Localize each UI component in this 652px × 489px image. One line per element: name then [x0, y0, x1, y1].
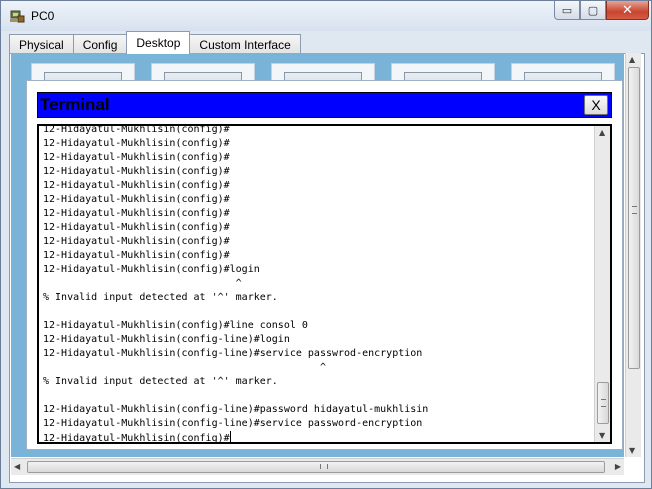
- grip-icon: [320, 464, 328, 469]
- terminal-close-button[interactable]: X: [584, 95, 608, 115]
- maximize-button[interactable]: ▢: [580, 1, 606, 20]
- tab-config[interactable]: Config: [72, 34, 128, 54]
- console-line: % Invalid input detected at '^' marker.: [43, 292, 278, 303]
- pc-icon: [10, 10, 25, 23]
- console-line: 12-Hidayatul-Mukhlisin(config)#: [43, 152, 230, 163]
- scroll-up-icon[interactable]: ▲: [599, 128, 605, 137]
- window-controls: ▭ ▢ ✕: [554, 1, 649, 20]
- scroll-thumb[interactable]: [597, 382, 609, 424]
- scroll-up-icon[interactable]: ▲: [629, 55, 635, 64]
- console-line: 12-Hidayatul-Mukhlisin(config)#: [43, 138, 230, 149]
- close-icon: ✕: [622, 2, 633, 18]
- minimize-button[interactable]: ▭: [554, 1, 580, 20]
- window-title: PC0: [31, 9, 55, 23]
- terminal-window: Terminal X 12-Hidayatul-Mukhlisin(config…: [26, 80, 623, 450]
- console-line: 12-Hidayatul-Mukhlisin(config-line)#serv…: [43, 348, 423, 359]
- console-line: 12-Hidayatul-Mukhlisin(config)#line cons…: [43, 320, 308, 331]
- console-line: 12-Hidayatul-Mukhlisin(config)#: [43, 250, 230, 261]
- console-line: 12-Hidayatul-Mukhlisin(config)#: [43, 180, 230, 191]
- terminal-header: Terminal X: [37, 92, 612, 118]
- console-output[interactable]: 12-Hidayatul-Mukhlisin(config)# 12-Hidaya…: [43, 124, 591, 444]
- console-line: 12-Hidayatul-Mukhlisin(config-line)#logi…: [43, 334, 290, 345]
- console-line: 12-Hidayatul-Mukhlisin(config)#: [43, 208, 230, 219]
- tab-bar: Physical Config Desktop Custom Interface: [9, 31, 301, 54]
- console-line: % Invalid input detected at '^' marker.: [43, 376, 278, 387]
- console-vertical-scrollbar[interactable]: ▲ ▼: [594, 126, 610, 442]
- console-line: 12-Hidayatul-Mukhlisin(config)#: [43, 236, 230, 247]
- desktop-horizontal-scrollbar[interactable]: ◀ ▶: [11, 458, 624, 475]
- tab-desktop[interactable]: Desktop: [126, 31, 191, 54]
- console-line: 12-Hidayatul-Mukhlisin(config)#: [43, 431, 231, 444]
- console-line: 12-Hidayatul-Mukhlisin(config)#: [43, 124, 230, 135]
- scroll-down-icon[interactable]: ▼: [599, 431, 605, 440]
- title-bar[interactable]: PC0 ▭ ▢ ✕: [1, 1, 651, 31]
- scroll-thumb[interactable]: [27, 461, 605, 473]
- close-button[interactable]: ✕: [606, 1, 649, 20]
- console-line: ^: [43, 362, 326, 373]
- console-line: 12-Hidayatul-Mukhlisin(config-line)#pass…: [43, 404, 429, 415]
- scroll-right-icon[interactable]: ▶: [615, 462, 621, 471]
- desktop-vertical-scrollbar[interactable]: ▲ ▼: [625, 53, 641, 457]
- grip-icon: [632, 206, 637, 214]
- terminal-console[interactable]: 12-Hidayatul-Mukhlisin(config)# 12-Hidaya…: [37, 124, 612, 444]
- grip-icon: [601, 399, 606, 407]
- console-line: 12-Hidayatul-Mukhlisin(config)#login: [43, 264, 260, 275]
- terminal-title: Terminal: [40, 95, 110, 114]
- minimize-icon: ▭: [561, 3, 573, 17]
- tab-physical[interactable]: Physical: [9, 34, 74, 54]
- console-line: 12-Hidayatul-Mukhlisin(config-line)#serv…: [43, 418, 423, 429]
- maximize-icon: ▢: [587, 3, 599, 17]
- scroll-down-icon[interactable]: ▼: [629, 446, 635, 455]
- console-line: 12-Hidayatul-Mukhlisin(config)#: [43, 222, 230, 233]
- console-line: ^: [43, 278, 242, 289]
- console-line: 12-Hidayatul-Mukhlisin(config)#: [43, 166, 230, 177]
- console-line: 12-Hidayatul-Mukhlisin(config)#: [43, 194, 230, 205]
- tab-custom-interface[interactable]: Custom Interface: [189, 34, 301, 54]
- scroll-thumb[interactable]: [628, 67, 640, 369]
- text-cursor: [229, 431, 231, 442]
- scroll-left-icon[interactable]: ◀: [14, 462, 20, 471]
